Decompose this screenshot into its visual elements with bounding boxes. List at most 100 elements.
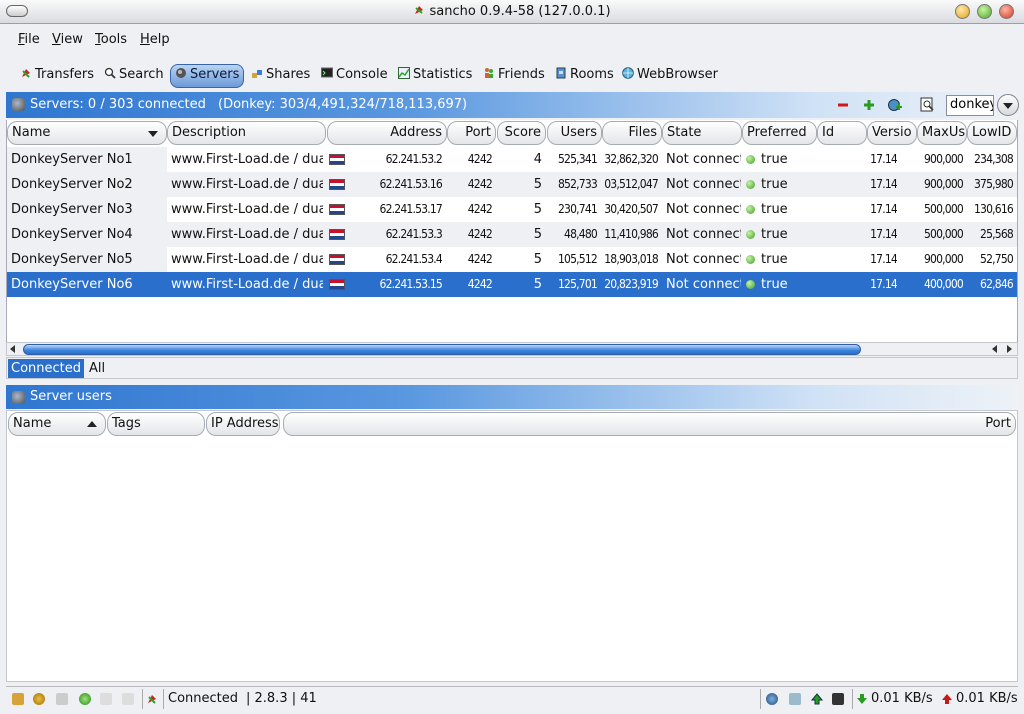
server-row[interactable]: DonkeyServer No1 www.First-Load.de / dual…: [7, 147, 1017, 172]
col-user-port[interactable]: Port: [283, 412, 1016, 436]
connected-status-icon[interactable]: [79, 693, 91, 705]
download-rate: 0.01 KB/s: [871, 691, 933, 706]
scroll-right-arrow-icon[interactable]: [1007, 345, 1012, 353]
shares-status-icon[interactable]: [789, 693, 801, 705]
tab-rooms[interactable]: Rooms: [555, 64, 614, 88]
col-score[interactable]: Score: [497, 121, 546, 145]
cell-preferred: true: [746, 252, 816, 267]
gnutella-status-icon[interactable]: [100, 693, 112, 705]
network-status-icon[interactable]: [33, 693, 45, 705]
cell-address: 62.241.53.3: [385, 227, 442, 241]
window-title: sancho 0.9.4-58 (127.0.0.1): [0, 4, 1024, 19]
cell-name: DonkeyServer No4: [11, 227, 133, 242]
preferred-value: true: [761, 252, 788, 267]
col-files[interactable]: Files: [602, 121, 662, 145]
cell-files: 30,420,507: [604, 202, 658, 216]
menu-help[interactable]: Help: [140, 32, 170, 47]
cell-score: 5: [533, 202, 542, 217]
preferred-status-icon: [746, 180, 755, 189]
tab-web-browser[interactable]: WebBrowser: [622, 64, 718, 88]
tab-transfers[interactable]: Transfers: [20, 64, 94, 88]
upload-arrow-icon[interactable]: [811, 693, 823, 705]
menu-file[interactable]: File: [18, 32, 40, 47]
col-name[interactable]: Name: [7, 121, 167, 145]
connection-status: Connected: [168, 691, 239, 706]
col-ip-address[interactable]: IP Address: [206, 412, 280, 436]
menu-view[interactable]: View: [52, 32, 83, 47]
status-separator: [163, 689, 164, 709]
cell-description: www.First-Load.de / dual: [171, 177, 323, 192]
col-state[interactable]: State: [662, 121, 742, 145]
preferred-status-icon: [746, 255, 755, 264]
preferred-value: true: [761, 202, 788, 217]
console-status-icon[interactable]: [832, 693, 844, 705]
tab-statistics[interactable]: Statistics: [398, 64, 472, 88]
status-separator: [760, 689, 761, 709]
tab-all[interactable]: All: [86, 359, 108, 378]
servers-horizontal-scrollbar[interactable]: [6, 342, 1018, 356]
remove-server-icon[interactable]: [836, 98, 850, 112]
server-row[interactable]: DonkeyServer No6 www.First-Load.de / dual…: [7, 272, 1017, 297]
server-users-table: Name Tags IP Address Port: [6, 410, 1018, 682]
tab-console[interactable]: Console: [321, 64, 388, 88]
col-address[interactable]: Address: [327, 121, 447, 145]
kademlia-status-icon[interactable]: [56, 693, 68, 705]
server-row[interactable]: DonkeyServer No4 www.First-Load.de / dual…: [7, 222, 1017, 247]
scroll-left-arrow-icon[interactable]: [10, 345, 15, 353]
server-filter-tabs: Connected All: [6, 357, 1018, 379]
cell-lowid: 62,846: [980, 277, 1013, 291]
col-preferred[interactable]: Preferred: [742, 121, 817, 145]
search-icon: [104, 67, 116, 79]
tab-shares[interactable]: Shares: [251, 64, 310, 88]
scroll-left-arrow-icon[interactable]: [992, 345, 997, 353]
filter-dropdown-button[interactable]: [997, 94, 1019, 116]
col-users[interactable]: Users: [547, 121, 602, 145]
donkey-network-info: (Donkey: 303/4,491,324/718,113,697): [218, 97, 468, 112]
col-version[interactable]: Versio: [867, 121, 917, 145]
col-id[interactable]: Id: [817, 121, 867, 145]
cell-lowid: 234,308: [973, 152, 1013, 166]
shares-icon: [252, 70, 262, 78]
minimize-button[interactable]: [955, 4, 970, 19]
cell-lowid: 52,750: [980, 252, 1013, 266]
menu-tools[interactable]: Tools: [95, 32, 127, 47]
tab-transfers-label: Transfers: [35, 67, 95, 82]
col-user-name[interactable]: Name: [8, 412, 106, 436]
status-separator: [142, 689, 143, 709]
maximize-button[interactable]: [977, 4, 992, 19]
tab-search[interactable]: Search: [104, 64, 164, 88]
netherlands-flag-icon: [329, 204, 345, 215]
col-lowid[interactable]: LowID: [967, 121, 1017, 145]
preferred-status-icon: [746, 280, 755, 289]
cell-users: 105,512: [557, 252, 597, 266]
col-tags[interactable]: Tags: [107, 412, 205, 436]
cell-description: www.First-Load.de / dual: [171, 227, 323, 242]
cell-score: 5: [533, 277, 542, 292]
preferred-status-icon: [746, 230, 755, 239]
col-port[interactable]: Port: [447, 121, 496, 145]
server-row[interactable]: DonkeyServer No3 www.First-Load.de / dual…: [7, 197, 1017, 222]
preferred-value: true: [761, 277, 788, 292]
tab-servers[interactable]: Servers: [170, 64, 245, 88]
find-icon[interactable]: [920, 97, 936, 113]
cell-preferred: true: [746, 177, 816, 192]
add-server-icon[interactable]: [862, 98, 876, 112]
sancho-status-icon[interactable]: [146, 693, 158, 705]
bittorrent-status-icon[interactable]: [122, 693, 134, 705]
cell-state: Not connect: [666, 152, 741, 167]
transfers-status-icon[interactable]: [12, 693, 24, 705]
server-row[interactable]: DonkeyServer No5 www.First-Load.de / dual…: [7, 247, 1017, 272]
tab-connected[interactable]: Connected: [8, 359, 85, 378]
transfers-icon: [22, 69, 30, 78]
scrollbar-thumb[interactable]: [23, 344, 861, 355]
window-title-text: sancho 0.9.4-58 (127.0.0.1): [429, 4, 611, 19]
col-maxusers[interactable]: MaxUs: [917, 121, 967, 145]
cell-description: www.First-Load.de / dual: [171, 277, 323, 292]
add-server-from-url-icon[interactable]: [888, 98, 902, 112]
globe-icon[interactable]: [766, 693, 778, 705]
close-button[interactable]: [999, 4, 1014, 19]
tab-friends[interactable]: Friends: [483, 64, 545, 88]
col-description[interactable]: Description: [167, 121, 326, 145]
server-row[interactable]: DonkeyServer No2 www.First-Load.de / dual…: [7, 172, 1017, 197]
server-filter-input[interactable]: donkey: [946, 95, 994, 116]
